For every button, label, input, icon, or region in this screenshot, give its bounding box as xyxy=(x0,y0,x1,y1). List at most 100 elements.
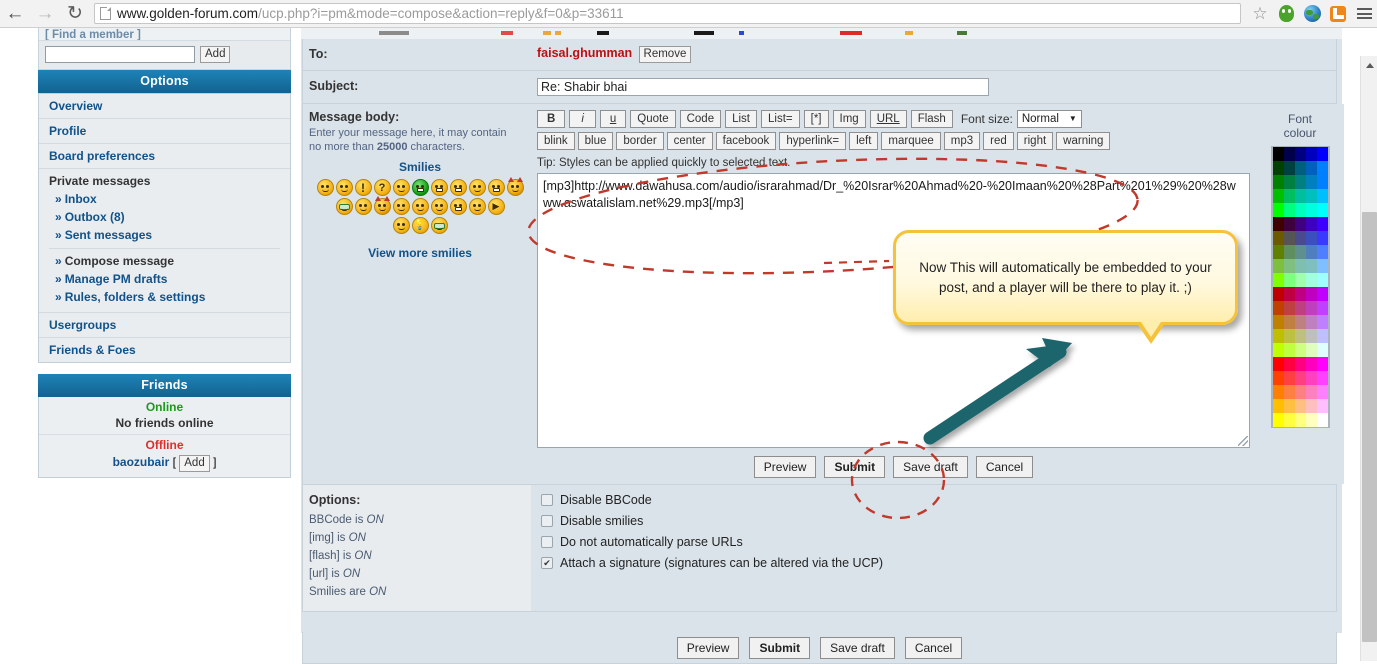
bbcode-left-button[interactable]: left xyxy=(849,132,879,150)
extension-rss-icon[interactable] xyxy=(1325,0,1351,28)
palette-swatch[interactable] xyxy=(1272,329,1284,343)
palette-swatch[interactable] xyxy=(1294,189,1306,203)
palette-swatch[interactable] xyxy=(1272,371,1284,385)
palette-swatch[interactable] xyxy=(1316,343,1328,357)
smiley-icon[interactable] xyxy=(335,179,353,196)
palette-swatch[interactable] xyxy=(1305,357,1317,371)
smiley-devil-icon[interactable] xyxy=(373,196,391,215)
palette-swatch[interactable] xyxy=(1305,287,1317,301)
smiley-icon[interactable] xyxy=(392,217,410,234)
scrollbar-thumb[interactable] xyxy=(1362,212,1377,642)
sidebar-item-board-preferences[interactable]: Board preferences xyxy=(39,144,290,169)
palette-swatch[interactable] xyxy=(1272,273,1284,287)
palette-swatch[interactable] xyxy=(1294,161,1306,175)
preview-button[interactable]: Preview xyxy=(753,456,817,478)
palette-swatch[interactable] xyxy=(1305,259,1317,273)
palette-swatch[interactable] xyxy=(1294,175,1306,189)
palette-swatch[interactable] xyxy=(1305,329,1317,343)
palette-swatch[interactable] xyxy=(1316,357,1328,371)
smiley-green-grin-icon[interactable] xyxy=(411,179,429,196)
palette-swatch[interactable] xyxy=(1305,175,1317,189)
bbcode-facebook-button[interactable]: facebook xyxy=(715,132,777,150)
checkbox-row-disable-smilies[interactable]: Disable smilies xyxy=(541,514,1336,528)
bbcode-center-button[interactable]: center xyxy=(666,132,713,150)
palette-swatch[interactable] xyxy=(1305,147,1317,161)
palette-swatch[interactable] xyxy=(1316,273,1328,287)
palette-swatch[interactable] xyxy=(1272,217,1284,231)
palette-swatch[interactable] xyxy=(1316,217,1328,231)
extension-green-icon[interactable] xyxy=(1273,0,1299,28)
palette-swatch[interactable] xyxy=(1294,231,1306,245)
palette-swatch[interactable] xyxy=(1272,301,1284,315)
palette-swatch[interactable] xyxy=(1283,245,1295,259)
palette-swatch[interactable] xyxy=(1272,399,1284,413)
sidebar-item-rules-folders-settings[interactable]: » Rules, folders & settings xyxy=(49,288,280,306)
palette-swatch[interactable] xyxy=(1305,161,1317,175)
palette-swatch[interactable] xyxy=(1283,203,1295,217)
palette-swatch[interactable] xyxy=(1272,231,1284,245)
smiley-grin-icon[interactable] xyxy=(430,179,448,196)
palette-swatch[interactable] xyxy=(1294,203,1306,217)
palette-swatch[interactable] xyxy=(1305,315,1317,329)
palette-swatch[interactable] xyxy=(1294,301,1306,315)
palette-swatch[interactable] xyxy=(1305,245,1317,259)
palette-swatch[interactable] xyxy=(1305,301,1317,315)
palette-swatch[interactable] xyxy=(1305,385,1317,399)
find-member-input[interactable] xyxy=(45,46,195,63)
palette-swatch[interactable] xyxy=(1294,357,1306,371)
palette-swatch[interactable] xyxy=(1272,189,1284,203)
bbcode-marquee-button[interactable]: marquee xyxy=(881,132,941,150)
bbcode-red-button[interactable]: red xyxy=(983,132,1014,150)
palette-swatch[interactable] xyxy=(1272,259,1284,273)
palette-swatch[interactable] xyxy=(1272,245,1284,259)
palette-swatch[interactable] xyxy=(1294,329,1306,343)
find-member-add-button[interactable]: Add xyxy=(200,46,231,63)
bbcode-flash-button[interactable]: Flash xyxy=(910,110,953,128)
smiley-icon[interactable] xyxy=(316,179,334,196)
subject-input[interactable] xyxy=(537,78,989,96)
sidebar-item-manage-pm-drafts[interactable]: » Manage PM drafts xyxy=(49,270,280,288)
palette-swatch[interactable] xyxy=(1283,217,1295,231)
smiley-glasses-icon[interactable] xyxy=(335,198,353,215)
palette-swatch[interactable] xyxy=(1305,343,1317,357)
bbcode-url-button[interactable]: URL xyxy=(869,110,907,128)
palette-swatch[interactable] xyxy=(1316,259,1328,273)
bbcode-mp3-button[interactable]: mp3 xyxy=(943,132,981,150)
checkbox-row-no-parse-urls[interactable]: Do not automatically parse URLs xyxy=(541,535,1336,549)
palette-swatch[interactable] xyxy=(1283,329,1295,343)
sidebar-item-usergroups[interactable]: Usergroups xyxy=(39,313,290,338)
palette-swatch[interactable] xyxy=(1272,287,1284,301)
palette-swatch[interactable] xyxy=(1283,399,1295,413)
palette-swatch[interactable] xyxy=(1305,371,1317,385)
address-bar[interactable]: www.golden-forum.com/ucp.php?i=pm&mode=c… xyxy=(94,3,1241,24)
smiley-icon[interactable] xyxy=(449,198,467,215)
bbcode-list-eq-button[interactable]: List= xyxy=(761,110,800,128)
palette-swatch[interactable] xyxy=(1294,217,1306,231)
palette-swatch[interactable] xyxy=(1316,189,1328,203)
palette-swatch[interactable] xyxy=(1294,259,1306,273)
scroll-up-arrow-icon[interactable] xyxy=(1361,58,1377,72)
footer-submit-button[interactable]: Submit xyxy=(749,636,811,659)
disable-bbcode-checkbox[interactable] xyxy=(541,494,553,506)
save-draft-button[interactable]: Save draft xyxy=(893,456,968,478)
palette-swatch[interactable] xyxy=(1305,217,1317,231)
palette-swatch[interactable] xyxy=(1305,399,1317,413)
palette-swatch[interactable] xyxy=(1316,203,1328,217)
sidebar-item-compose-message[interactable]: » Compose message xyxy=(49,252,280,270)
bbcode-img-button[interactable]: Img xyxy=(832,110,866,128)
footer-preview-button[interactable]: Preview xyxy=(676,636,740,659)
smiley-grin-icon[interactable] xyxy=(449,179,467,196)
palette-swatch[interactable] xyxy=(1316,385,1328,399)
smiley-icon[interactable] xyxy=(468,179,486,196)
bbcode-hyperlink-button[interactable]: hyperlink= xyxy=(779,132,847,150)
palette-swatch[interactable] xyxy=(1272,147,1284,161)
palette-swatch[interactable] xyxy=(1316,287,1328,301)
palette-swatch[interactable] xyxy=(1294,287,1306,301)
palette-swatch[interactable] xyxy=(1316,175,1328,189)
palette-swatch[interactable] xyxy=(1283,357,1295,371)
checkbox-row-disable-bbcode[interactable]: Disable BBCode xyxy=(541,493,1336,507)
palette-swatch[interactable] xyxy=(1316,231,1328,245)
palette-swatch[interactable] xyxy=(1294,343,1306,357)
palette-swatch[interactable] xyxy=(1283,175,1295,189)
extension-globe-icon[interactable] xyxy=(1299,0,1325,28)
